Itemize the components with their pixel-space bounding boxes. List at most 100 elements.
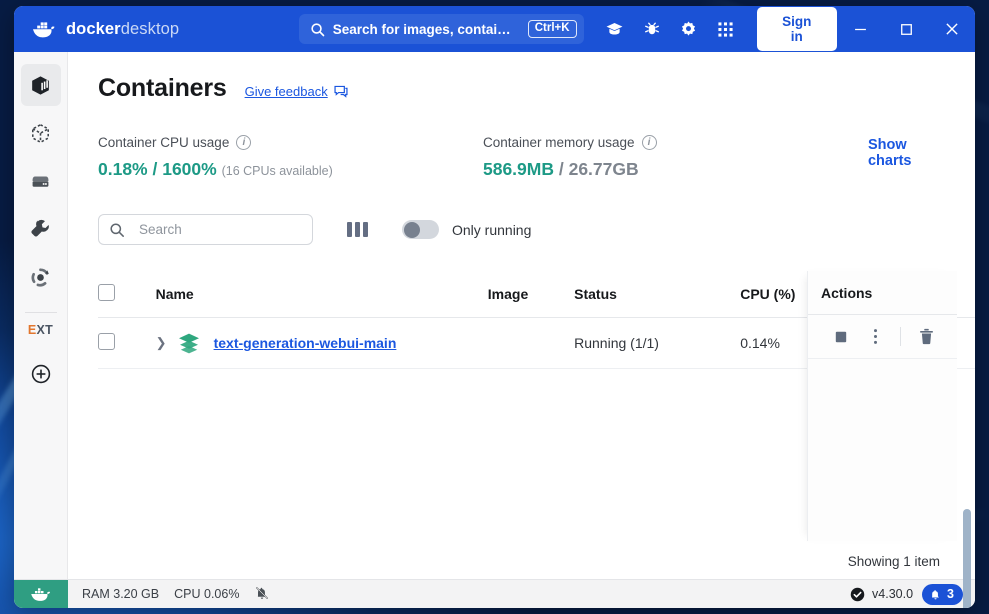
scrollbar-thumb[interactable] — [963, 509, 971, 608]
containers-table-wrapper: Name Image Status CPU (%) Port(s — [98, 271, 975, 541]
memory-usage-stat: Container memory usage i 586.9MB / 26.77… — [483, 135, 868, 180]
give-feedback-label: Give feedback — [245, 84, 328, 99]
table-header-row: Name Image Status CPU (%) Port(s — [98, 271, 975, 318]
table-footer-count: Showing 1 item — [98, 541, 975, 579]
header-cpu[interactable]: CPU (%) — [740, 271, 842, 318]
actions-divider — [900, 327, 901, 346]
feedback-message-icon — [334, 85, 348, 98]
app-body: EXT Containers Give feedback — [14, 52, 975, 579]
header-image[interactable]: Image — [488, 271, 574, 318]
notifications-muted-button[interactable] — [254, 585, 270, 604]
add-extension-button[interactable] — [21, 353, 61, 395]
memory-used-value: 586.9MB — [483, 159, 554, 179]
cpu-usage-value-row: 0.18% / 1600% (16 CPUs available) — [98, 159, 483, 180]
bug-report-button[interactable] — [637, 14, 667, 44]
bug-icon — [643, 20, 661, 38]
apps-grid-button[interactable] — [711, 14, 741, 44]
container-name-link[interactable]: text-generation-webui-main — [214, 335, 397, 351]
sign-in-button[interactable]: Sign in — [757, 7, 837, 51]
global-search-placeholder: Search for images, contai… — [333, 22, 520, 37]
sidebar-divider — [25, 312, 57, 313]
gear-icon — [679, 20, 698, 39]
header-status[interactable]: Status — [574, 271, 740, 318]
images-cube-icon — [28, 121, 53, 146]
sidebar-item-volumes[interactable] — [21, 160, 61, 202]
column-settings-button[interactable] — [347, 222, 368, 237]
plus-circle-icon — [29, 362, 53, 386]
sidebar-item-extensions[interactable]: EXT — [28, 323, 53, 337]
container-name-group: ❯ text-generation — [156, 332, 488, 354]
minimize-icon — [854, 23, 867, 36]
resource-stats: Container CPU usage i 0.18% / 1600% (16 … — [98, 135, 975, 180]
cpu-usage-value: 0.18% / 1600% — [98, 159, 217, 179]
row-select-cell — [98, 318, 156, 369]
learning-center-button[interactable] — [600, 14, 630, 44]
check-circle-icon — [850, 587, 865, 602]
apps-grid-icon — [717, 21, 734, 38]
builds-wrench-icon — [28, 217, 53, 242]
desktop-background: dockerdesktop Search for images, contai…… — [0, 0, 989, 614]
window-minimize-button[interactable] — [837, 6, 883, 52]
delete-container-button[interactable] — [909, 322, 943, 352]
global-search-input[interactable]: Search for images, contai… Ctrl+K — [299, 14, 584, 44]
sidebar-item-dev-environments[interactable] — [21, 256, 61, 298]
search-icon — [109, 222, 125, 238]
container-search-input[interactable]: Search — [98, 214, 313, 245]
memory-info-icon[interactable]: i — [642, 135, 657, 150]
row-status-cell: Running (1/1) — [574, 318, 740, 369]
docker-whale-logo-icon — [31, 20, 57, 38]
version-status[interactable]: v4.30.0 — [850, 587, 913, 602]
notifications-button[interactable]: 3 — [922, 584, 963, 605]
stop-square-icon — [835, 331, 847, 343]
compose-stack-layers-icon — [177, 332, 201, 354]
volumes-drive-icon — [28, 169, 53, 194]
status-bar: RAM 3.20 GB CPU 0.06% — [14, 579, 975, 608]
columns-toggle-icon — [355, 222, 360, 237]
show-charts-link[interactable]: Show charts — [868, 135, 947, 169]
cpu-info-icon[interactable]: i — [236, 135, 251, 150]
left-sidebar: EXT — [14, 52, 68, 579]
page-title: Containers — [98, 74, 227, 103]
sidebar-item-containers[interactable] — [21, 64, 61, 106]
stop-container-button[interactable] — [824, 322, 858, 352]
window-close-button[interactable] — [929, 6, 975, 52]
table-header: Name Image Status CPU (%) Port(s — [98, 271, 975, 318]
columns-toggle-icon — [363, 222, 368, 237]
status-ram: RAM 3.20 GB — [82, 587, 159, 601]
memory-value-separator: / — [554, 159, 569, 179]
only-running-toggle[interactable]: Only running — [402, 220, 531, 239]
filter-bar: Search Only running — [98, 214, 975, 245]
maximize-icon — [900, 23, 913, 36]
table-scrollbar[interactable] — [963, 271, 971, 541]
cpu-usage-stat: Container CPU usage i 0.18% / 1600% (16 … — [98, 135, 483, 180]
app-brand: dockerdesktop — [14, 20, 299, 39]
notifications-count: 3 — [947, 587, 954, 601]
docker-desktop-window: dockerdesktop Search for images, contai…… — [14, 6, 975, 608]
docker-engine-status-button[interactable] — [14, 580, 68, 609]
memory-total-value: 26.77GB — [569, 159, 639, 179]
window-controls — [837, 6, 975, 52]
give-feedback-link[interactable]: Give feedback — [245, 84, 348, 99]
sidebar-item-builds[interactable] — [21, 208, 61, 250]
memory-usage-value-row: 586.9MB / 26.77GB — [483, 159, 868, 180]
select-all-checkbox[interactable] — [98, 284, 115, 301]
extensions-label-rest: XT — [37, 323, 54, 337]
window-maximize-button[interactable] — [883, 6, 929, 52]
settings-button[interactable] — [674, 14, 704, 44]
dev-environments-icon — [28, 265, 53, 290]
sidebar-item-images[interactable] — [21, 112, 61, 154]
page-header: Containers Give feedback — [98, 74, 975, 103]
only-running-label: Only running — [452, 222, 531, 238]
chevron-right-icon[interactable]: ❯ — [156, 335, 164, 351]
header-name[interactable]: Name — [156, 271, 488, 318]
more-actions-button[interactable] — [858, 322, 892, 352]
only-running-switch[interactable] — [402, 220, 439, 239]
title-bar: dockerdesktop Search for images, contai…… — [14, 6, 975, 52]
titlebar-icon-group — [600, 14, 741, 44]
row-checkbox[interactable] — [98, 333, 115, 350]
graduation-cap-icon — [605, 20, 624, 39]
memory-usage-label: Container memory usage — [483, 135, 635, 150]
header-ports[interactable]: Port(s — [842, 271, 975, 318]
row-actions — [808, 315, 957, 359]
status-right-group: v4.30.0 3 — [850, 584, 975, 605]
